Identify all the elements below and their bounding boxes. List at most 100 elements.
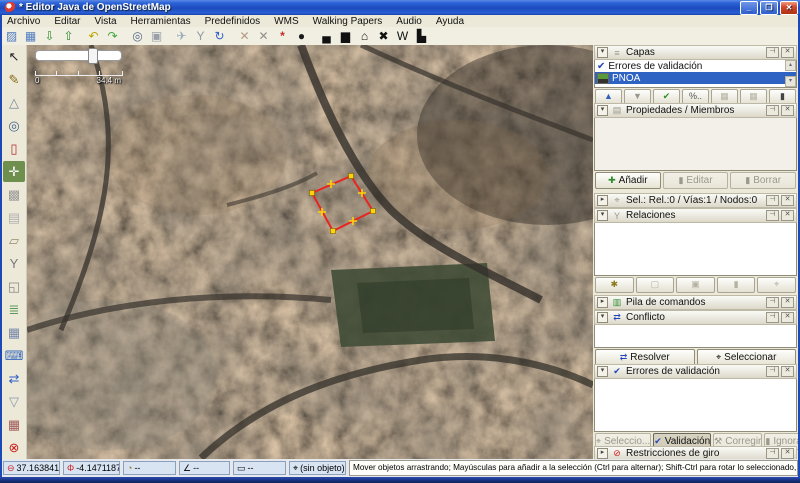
validation-error-list[interactable] [594,379,797,432]
layer-row-validation[interactable]: ✔ Errores de validación [595,60,796,72]
move-tool-icon[interactable]: ✛ [3,161,25,182]
node-tool-icon[interactable]: Y [192,28,209,44]
relation-edit-icon[interactable]: ▢ [636,277,675,293]
menu-archivo[interactable]: Archivo [0,16,47,27]
relation-new-icon[interactable]: ✱ [595,277,634,293]
validation-panel-header[interactable]: ▾ ✔ Errores de validación ⊣ ✕ [594,364,797,379]
pin-icon[interactable]: ⊣ [766,448,779,459]
conflict-icon[interactable]: ⇄ [3,368,25,389]
filter-icon[interactable]: ▽ [3,391,25,412]
collapse-icon[interactable]: ▾ [597,366,608,377]
menu-audio[interactable]: Audio [389,16,429,27]
select-tool-icon[interactable]: ↖ [3,46,25,67]
cancel-icon[interactable]: ⊗ [3,437,25,458]
expand-icon[interactable]: ▸ [597,448,608,459]
scroll-down-icon[interactable]: ▾ [785,76,796,87]
search-icon[interactable]: ◎ [129,28,146,44]
menu-wms[interactable]: WMS [267,16,305,27]
relation-icon[interactable]: Y [3,253,25,274]
map-canvas[interactable]: 0 34.4 m [27,45,593,459]
close-icon[interactable]: ✕ [781,47,794,58]
hand-icon[interactable]: ● [293,28,310,44]
menu-editar[interactable]: Editar [47,16,87,27]
relation-delete-icon[interactable]: ▮ [717,277,756,293]
layer-row-pnoa[interactable]: PNOA [595,72,796,84]
pin-icon[interactable]: ⊣ [766,195,779,206]
collapse-icon[interactable]: ▾ [597,47,608,58]
add-layer-icon[interactable]: ≣ [3,299,25,320]
relations-panel-header[interactable]: ▾ Y Relaciones ⊣ ✕ [594,208,797,223]
undo-icon[interactable]: ↶ [85,28,102,44]
measure-tool-icon[interactable]: △ [3,92,25,113]
relations-list[interactable] [594,223,797,276]
conflict-list[interactable] [594,325,797,348]
delete-tool-icon[interactable]: ▯ [3,138,25,159]
layers-panel-header[interactable]: ▾ ≡ Capas ⊣ ✕ [594,45,797,60]
add-button[interactable]: ✚ Añadir [595,172,661,189]
preset-bus-icon[interactable]: ▆ [337,28,354,44]
close-icon[interactable]: ✕ [781,297,794,308]
dialog-icon[interactable]: ◱ [3,276,25,297]
collapse-icon[interactable]: ▾ [597,210,608,221]
close-icon[interactable]: ✕ [781,210,794,221]
redo-icon[interactable]: ↷ [104,28,121,44]
minimize-button[interactable]: _ [740,1,758,15]
properties-panel-header[interactable]: ▾ ▤ Propiedades / Miembros ⊣ ✕ [594,103,797,118]
command-stack-header[interactable]: ▸ ▥ Pila de comandos ⊣ ✕ [594,295,797,310]
gps-icon[interactable]: ✈ [173,28,190,44]
zoom-slider-handle[interactable] [88,48,98,64]
save-icon[interactable]: ▦ [22,28,39,44]
tag-icon[interactable]: ▱ [3,230,25,251]
collapse-icon[interactable]: ▾ [597,312,608,323]
expand-icon[interactable]: ▸ [597,297,608,308]
delete-button[interactable]: ▮ Borrar [730,172,796,189]
preferences-icon[interactable]: ▣ [148,28,165,44]
preset-bank-icon[interactable]: ⌂ [356,28,373,44]
pin-icon[interactable]: ⊣ [766,105,779,116]
building-tool-icon[interactable]: ▦ [3,414,25,435]
menu-ayuda[interactable]: Ayuda [429,16,471,27]
zoom-slider[interactable] [35,50,122,61]
menu-herramientas[interactable]: Herramientas [124,16,198,27]
download-data-icon[interactable]: ⇩ [41,28,58,44]
upload-data-icon[interactable]: ⇧ [60,28,77,44]
zoom-tool-icon[interactable]: ◎ [3,115,25,136]
keyboard-icon[interactable]: ⌨ [3,345,25,366]
pin-icon[interactable]: ⊣ [766,210,779,221]
close-icon[interactable]: ✕ [781,312,794,323]
pin-icon[interactable]: ⊣ [766,297,779,308]
expand-icon[interactable]: ▸ [597,195,608,206]
properties-table[interactable] [594,118,797,171]
open-icon[interactable]: ▨ [3,28,20,44]
selection-panel-header[interactable]: ▸ ⌖ Sel.: Rel.:0 / Vías:1 / Nodos:0 ⊣ ✕ [594,193,797,208]
menu-walking-papers[interactable]: Walking Papers [306,16,390,27]
scroll-up-icon[interactable]: ▴ [785,60,796,71]
preset-car-icon[interactable]: ▄ [318,28,335,44]
split-way-icon[interactable]: ✕ [236,28,253,44]
photo-layer-icon[interactable]: ▦ [3,322,25,343]
close-icon[interactable]: ✕ [781,195,794,206]
close-icon[interactable]: ✕ [781,105,794,116]
pin-icon[interactable]: ⊣ [766,366,779,377]
close-button[interactable]: ✕ [780,1,798,15]
refresh-icon[interactable]: ↻ [211,28,228,44]
pin-icon[interactable]: ⊣ [766,312,779,323]
pin-icon[interactable]: ⊣ [766,47,779,58]
menu-vista[interactable]: Vista [87,16,123,27]
relation-copy-icon[interactable]: ▣ [676,277,715,293]
preset-factory-icon[interactable]: ▙ [413,28,430,44]
edit-button[interactable]: ▮ Editar [663,172,729,189]
extrude-tool-icon[interactable]: ▩ [3,184,25,205]
relation-select-icon[interactable]: ⌖ [757,277,796,293]
draw-node-tool-icon[interactable]: ✎ [3,69,25,90]
close-icon[interactable]: ✕ [781,366,794,377]
collapse-icon[interactable]: ▾ [597,105,608,116]
preset-cross-icon[interactable]: ✖ [375,28,392,44]
preset-w-icon[interactable]: W [394,28,411,44]
close-icon[interactable]: ✕ [781,448,794,459]
title-bar[interactable]: * Editor Java de OpenStreetMap _ ❐ ✕ [0,0,800,15]
unglue-icon[interactable]: * [274,28,291,44]
notes-icon[interactable]: ▤ [3,207,25,228]
combine-way-icon[interactable]: ✕ [255,28,272,44]
restore-button[interactable]: ❐ [760,1,778,15]
